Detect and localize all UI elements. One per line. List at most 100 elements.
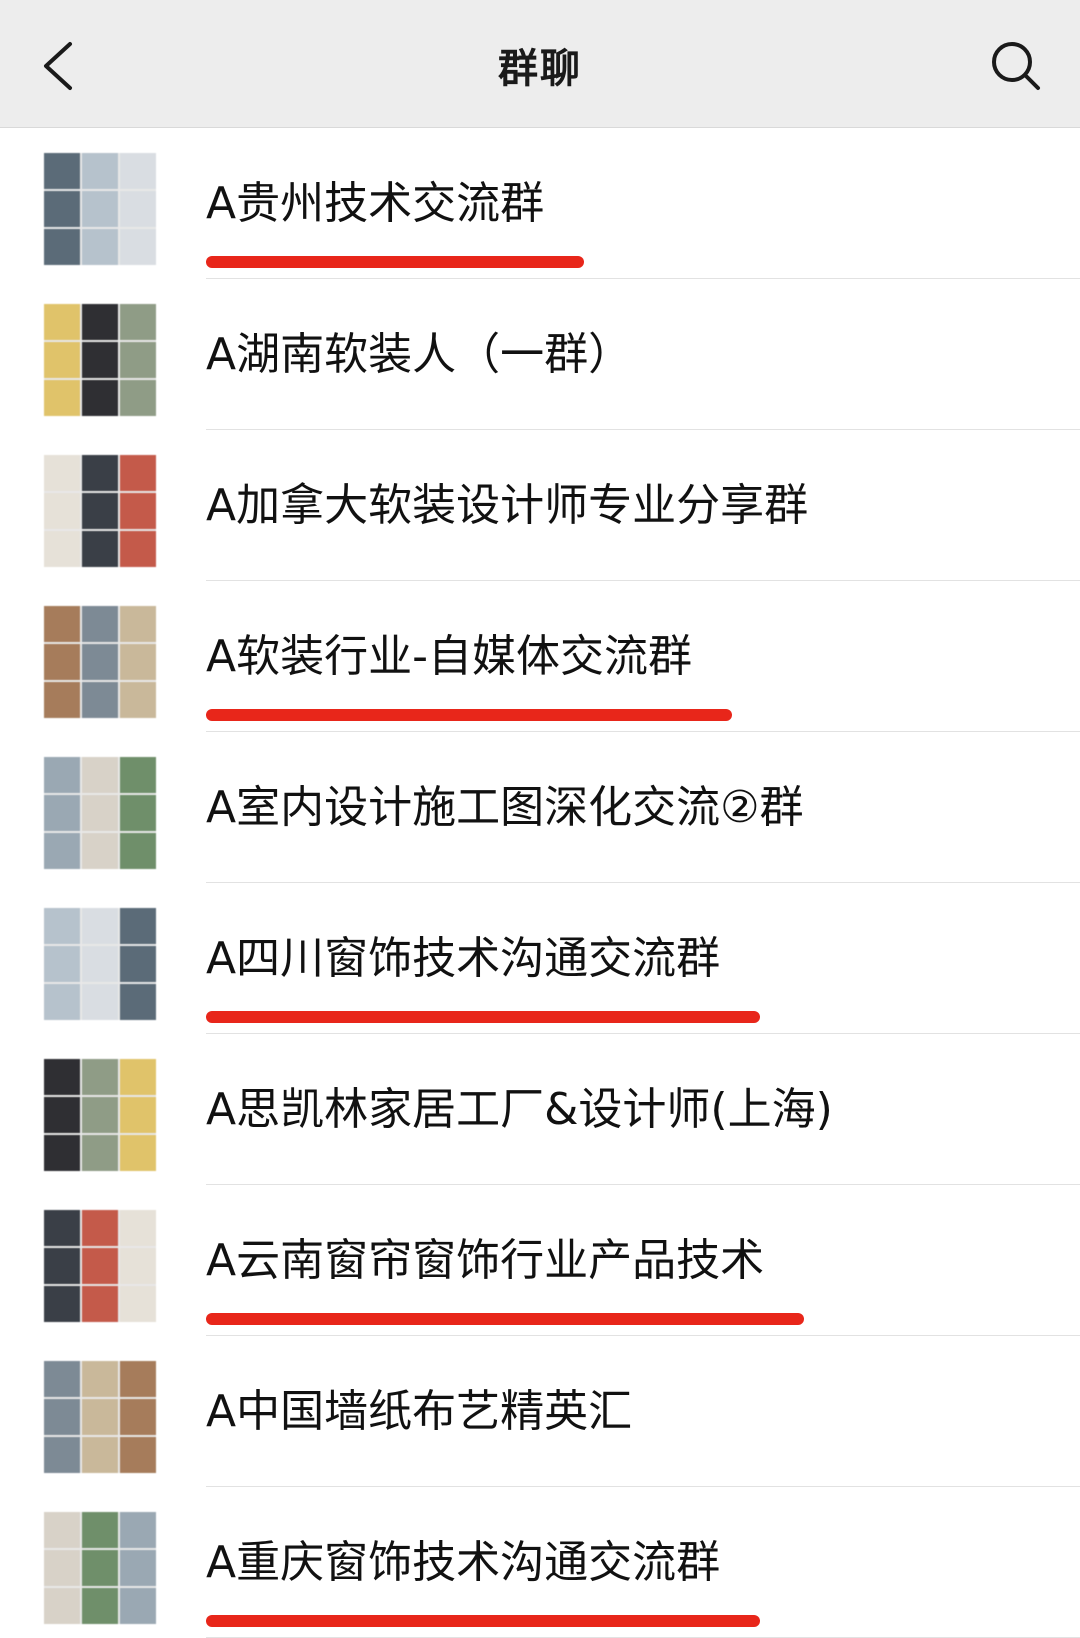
avatar-tile bbox=[44, 493, 80, 529]
avatar-tile bbox=[44, 1286, 80, 1322]
group-avatar bbox=[44, 304, 156, 416]
avatar-tile bbox=[82, 342, 118, 378]
avatar-tile bbox=[120, 493, 156, 529]
avatar-tile bbox=[120, 1286, 156, 1322]
group-chat-item[interactable]: A加拿大软装设计师专业分享群 bbox=[0, 430, 1080, 581]
avatar-tile bbox=[44, 795, 80, 831]
avatar-tile bbox=[120, 1512, 156, 1548]
nav-bar: 群聊 bbox=[0, 0, 1080, 128]
group-chat-item[interactable]: A中国墙纸布艺精英汇 bbox=[0, 1336, 1080, 1487]
avatar-tile bbox=[44, 946, 80, 982]
avatar-tile bbox=[82, 1059, 118, 1095]
avatar-tile bbox=[44, 1512, 80, 1548]
red-underline-annotation bbox=[206, 256, 584, 268]
avatar-tile bbox=[120, 1059, 156, 1095]
avatar-tile bbox=[44, 644, 80, 680]
avatar-tile bbox=[82, 1399, 118, 1435]
avatar-tile bbox=[120, 833, 156, 869]
group-name: A室内设计施工图深化交流②群 bbox=[206, 782, 804, 833]
avatar-tile bbox=[120, 606, 156, 642]
avatar-tile bbox=[82, 1097, 118, 1133]
group-chat-item[interactable]: A思凯林家居工厂&设计师(上海) bbox=[0, 1034, 1080, 1185]
group-avatar bbox=[44, 1210, 156, 1322]
avatar-tile bbox=[44, 908, 80, 944]
avatar-tile bbox=[82, 1361, 118, 1397]
red-underline-annotation bbox=[206, 1011, 760, 1023]
avatar-tile bbox=[120, 908, 156, 944]
group-name: A思凯林家居工厂&设计师(上海) bbox=[206, 1084, 833, 1135]
avatar-tile bbox=[120, 1361, 156, 1397]
avatar-tile bbox=[44, 531, 80, 567]
avatar-tile bbox=[120, 644, 156, 680]
avatar-tile bbox=[120, 1248, 156, 1284]
avatar-tile bbox=[120, 1135, 156, 1171]
group-chat-item[interactable]: A室内设计施工图深化交流②群 bbox=[0, 732, 1080, 883]
avatar-tile bbox=[44, 1361, 80, 1397]
avatar-tile bbox=[44, 229, 80, 265]
avatar-tile bbox=[82, 757, 118, 793]
avatar-tile bbox=[120, 455, 156, 491]
avatar-tile bbox=[82, 1210, 118, 1246]
avatar-tile bbox=[44, 304, 80, 340]
avatar-tile bbox=[44, 153, 80, 189]
avatar-tile bbox=[82, 644, 118, 680]
avatar-tile bbox=[120, 229, 156, 265]
search-icon bbox=[992, 42, 1040, 90]
group-avatar bbox=[44, 908, 156, 1020]
avatar-tile bbox=[82, 455, 118, 491]
avatar-tile bbox=[120, 1210, 156, 1246]
avatar-tile bbox=[82, 380, 118, 416]
group-chat-item[interactable]: A云南窗帘窗饰行业产品技术 bbox=[0, 1185, 1080, 1336]
avatar-tile bbox=[82, 153, 118, 189]
group-avatar bbox=[44, 1512, 156, 1624]
avatar-tile bbox=[44, 1399, 80, 1435]
avatar-tile bbox=[44, 342, 80, 378]
avatar-tile bbox=[82, 1135, 118, 1171]
group-avatar bbox=[44, 1361, 156, 1473]
avatar-tile bbox=[82, 1550, 118, 1586]
avatar-tile bbox=[120, 946, 156, 982]
group-name: A湖南软装人（一群） bbox=[206, 329, 633, 380]
avatar-tile bbox=[44, 1135, 80, 1171]
avatar-tile bbox=[44, 191, 80, 227]
avatar-tile bbox=[44, 1097, 80, 1133]
avatar-tile bbox=[120, 757, 156, 793]
avatar-tile bbox=[82, 304, 118, 340]
group-avatar bbox=[44, 1059, 156, 1171]
avatar-tile bbox=[82, 1512, 118, 1548]
avatar-tile bbox=[44, 380, 80, 416]
search-button[interactable] bbox=[980, 30, 1050, 100]
avatar-tile bbox=[120, 1437, 156, 1473]
avatar-tile bbox=[120, 1588, 156, 1624]
avatar-tile bbox=[120, 342, 156, 378]
group-chat-item[interactable]: A重庆窗饰技术沟通交流群 bbox=[0, 1487, 1080, 1638]
avatar-tile bbox=[44, 1248, 80, 1284]
avatar-tile bbox=[44, 606, 80, 642]
group-chat-item[interactable]: A四川窗饰技术沟通交流群 bbox=[0, 883, 1080, 1034]
group-chat-item[interactable]: A湖南软装人（一群） bbox=[0, 279, 1080, 430]
group-name: A加拿大软装设计师专业分享群 bbox=[206, 480, 809, 531]
avatar-tile bbox=[44, 833, 80, 869]
group-avatar bbox=[44, 757, 156, 869]
avatar-tile bbox=[82, 946, 118, 982]
avatar-tile bbox=[82, 908, 118, 944]
avatar-tile bbox=[82, 795, 118, 831]
avatar-tile bbox=[120, 304, 156, 340]
group-avatar bbox=[44, 455, 156, 567]
red-underline-annotation bbox=[206, 1615, 760, 1627]
red-underline-annotation bbox=[206, 709, 732, 721]
avatar-tile bbox=[82, 984, 118, 1020]
avatar-tile bbox=[44, 1059, 80, 1095]
group-chat-item[interactable]: A软装行业-自媒体交流群 bbox=[0, 581, 1080, 732]
avatar-tile bbox=[120, 153, 156, 189]
avatar-tile bbox=[120, 380, 156, 416]
avatar-tile bbox=[44, 1550, 80, 1586]
red-underline-annotation bbox=[206, 1313, 804, 1325]
avatar-tile bbox=[44, 757, 80, 793]
avatar-tile bbox=[44, 1588, 80, 1624]
avatar-tile bbox=[120, 984, 156, 1020]
group-chat-item[interactable]: A贵州技术交流群 bbox=[0, 128, 1080, 279]
page-title: 群聊 bbox=[498, 46, 582, 92]
avatar-tile bbox=[44, 1437, 80, 1473]
avatar-tile bbox=[82, 191, 118, 227]
